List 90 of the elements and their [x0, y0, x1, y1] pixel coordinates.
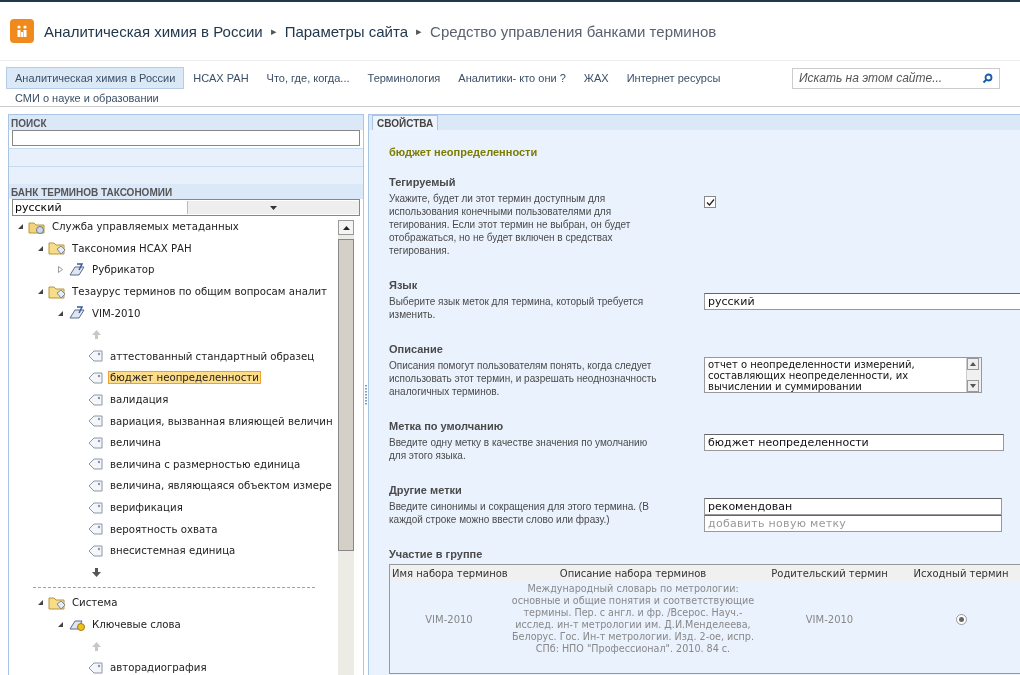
- tag-icon: [88, 478, 104, 493]
- section-title: Язык: [389, 279, 419, 292]
- section-title: Метка по умолчанию: [389, 420, 505, 433]
- language-field[interactable]: русский: [704, 293, 1020, 310]
- tree-item[interactable]: величина: [108, 436, 163, 450]
- panel-title: БАНК ТЕРМИНОВ ТАКСОНОМИИ: [9, 184, 363, 199]
- panel-title: ПОИСК: [9, 115, 363, 130]
- checkbox[interactable]: [704, 196, 716, 208]
- section-description: Введите одну метку в качестве значения по умолчанию для этого языка.: [389, 436, 649, 462]
- breadcrumb-item[interactable]: Аналитическая химия в России: [44, 22, 263, 40]
- column-header: Имя набора терминов: [391, 567, 508, 579]
- section-title: Тегируемый: [389, 176, 457, 189]
- expanded-triangle-icon[interactable]: [37, 288, 44, 296]
- tree-item[interactable]: верификация: [108, 501, 185, 514]
- folder-tag-icon: [48, 283, 66, 300]
- section-description: Выберите язык меток для термина, который требуется изменить.: [389, 295, 645, 321]
- tag-icon: [88, 522, 104, 537]
- expanded-triangle-icon[interactable]: [37, 244, 44, 252]
- tag-icon: [88, 414, 104, 429]
- tree-item[interactable]: вариация, вызванная влияющей величин: [108, 414, 335, 428]
- properties-tab[interactable]: СВОЙСТВА: [372, 115, 439, 130]
- table-cell-text: VIM-2010: [424, 613, 474, 625]
- collapsed-triangle-icon[interactable]: [57, 266, 64, 274]
- tree-item[interactable]: Система: [70, 596, 120, 610]
- section-description: Укажите, будет ли этот термин доступным для использования конечными пользователями для тегирования. Если этот термин не выбран, он будет отображаться, но не будет включен в средствах тегирования.: [389, 192, 632, 257]
- tree-item[interactable]: Рубрикатор: [90, 263, 157, 277]
- tree-item[interactable]: VIM-2010: [90, 306, 143, 320]
- tree-item[interactable]: бюджет неопределенности: [108, 371, 261, 385]
- tag-icon: [88, 392, 104, 407]
- folder-tag-icon: [48, 240, 66, 257]
- search-field[interactable]: [12, 130, 360, 146]
- nav-link[interactable]: НСАХ РАН: [184, 67, 258, 89]
- search-input[interactable]: Искать на этом сайте...: [793, 71, 975, 85]
- nav-link[interactable]: Терминология: [358, 67, 450, 89]
- table-cell-text: Международный словарь по метрологии: основные и общие понятия и соответствующие термины. Пер. с англ. и фр. /Всерос. Науч.-исслед. ин-т метрологии им. Д.И.Менделеева, Белорус. Гос. Ин-т метрологии. Изд. 2-ое, испр. СПб: НПО "Профессионал". 2010. 84 с.: [510, 583, 756, 655]
- nav-link[interactable]: Интернет ресурсы: [617, 67, 730, 89]
- tag-icon: [88, 370, 104, 385]
- label-field[interactable]: бюджет неопределенности: [704, 434, 1004, 451]
- nav-link[interactable]: Что, где, когда...: [257, 67, 359, 89]
- search-field[interactable]: Искать на этом сайте...: [792, 67, 1000, 89]
- tag-icon: [88, 349, 104, 364]
- tree-item[interactable]: вероятность охвата: [108, 522, 220, 536]
- expanded-triangle-icon[interactable]: [57, 309, 64, 317]
- scroll-up-icon[interactable]: [342, 225, 350, 230]
- tree-item[interactable]: величина с размерностью единица: [108, 457, 303, 471]
- column-header: Описание набора терминов: [558, 567, 708, 579]
- tree-item[interactable]: Ключевые слова: [90, 618, 183, 631]
- expanded-triangle-icon[interactable]: [17, 223, 24, 231]
- nav-link[interactable]: Аналитическая химия в России: [6, 67, 185, 89]
- scrollbar[interactable]: [338, 220, 354, 675]
- expanded-triangle-icon[interactable]: [57, 621, 64, 628]
- search-icon[interactable]: [981, 72, 993, 84]
- nav-link[interactable]: СМИ о науке и образовании: [6, 87, 168, 109]
- section-title: Описание: [389, 343, 444, 356]
- breadcrumb-separator: ▸: [270, 24, 277, 38]
- term-set-icon: [68, 305, 86, 322]
- nav-link[interactable]: ЖАХ: [574, 67, 618, 89]
- radio-button[interactable]: [955, 613, 967, 625]
- breadcrumb-item[interactable]: Параметры сайта: [284, 22, 409, 40]
- tag-icon: [88, 457, 104, 472]
- tree-item[interactable]: Тезаурус терминов по общим вопросам аналит: [70, 285, 329, 299]
- section-description: Описания помогут пользователям понять, когда следует использовать этот термин, и разрешать неоднозначность аналогичных терминов.: [389, 359, 657, 398]
- breadcrumb-separator: ▸: [416, 24, 423, 38]
- splitter-handle-icon[interactable]: [365, 384, 367, 405]
- breadcrumb-item: Средство управления банками терминов: [430, 22, 717, 40]
- section-description: Введите синонимы и сокращения для этого термина. (В каждой строке можно ввести слово или фразу.): [389, 500, 650, 526]
- expanded-triangle-icon[interactable]: [37, 599, 44, 607]
- tree-item[interactable]: валидация: [108, 393, 171, 407]
- tree-item[interactable]: авторадиография: [108, 661, 209, 675]
- label-field[interactable]: рекомендован: [704, 498, 1002, 515]
- nav-link[interactable]: Аналитики- кто они ?: [449, 67, 575, 89]
- dropdown-arrow-icon[interactable]: [269, 205, 277, 210]
- tree-item[interactable]: Таксономия НСАХ РАН: [70, 241, 194, 255]
- tree-item[interactable]: внесистемная единица: [108, 544, 238, 558]
- column-header: Родительский термин: [770, 567, 889, 579]
- tag-icon: [88, 500, 104, 515]
- section-title: Участие в группе: [389, 548, 484, 560]
- tag-icon: [88, 543, 104, 558]
- table-cell-text: VIM-2010: [804, 613, 855, 625]
- tree-item[interactable]: величина, являющаяся объектом измере: [108, 479, 334, 493]
- term-set-icon: [68, 262, 86, 278]
- column-header: Исходный термин: [912, 567, 1010, 579]
- folder-tag-icon: [48, 594, 66, 611]
- term-title: бюджет неопределенности: [389, 146, 539, 158]
- language-dropdown[interactable]: русский: [12, 199, 360, 216]
- section-title: Другие метки: [389, 484, 463, 497]
- down-arrow-icon[interactable]: [91, 566, 102, 578]
- tag-icon: [88, 435, 104, 450]
- tree-item[interactable]: аттестованный стандартный образец: [108, 349, 317, 363]
- tree-item[interactable]: Служба управляемых метаданных: [50, 220, 241, 234]
